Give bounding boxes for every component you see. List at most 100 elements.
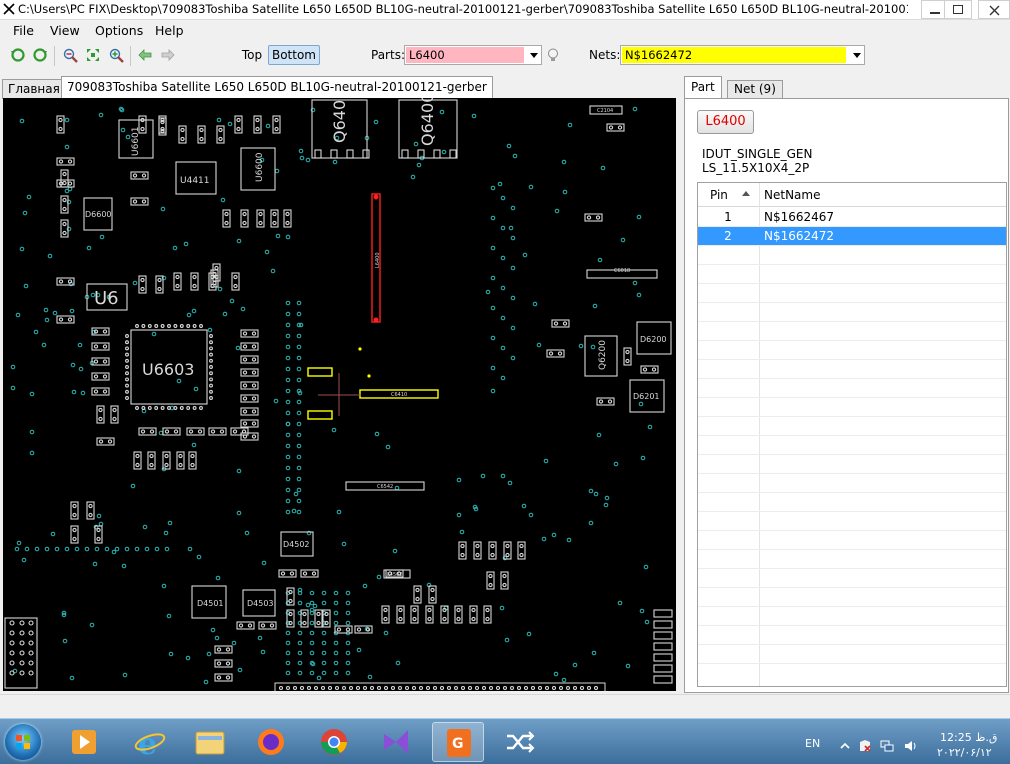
table-row[interactable]: 2 N$1662472 [698,227,1006,246]
close-icon [989,5,1000,16]
parts-label: Parts: [371,48,405,62]
back-arrow-icon[interactable] [137,47,153,63]
empty-table-row [698,512,1006,531]
menu-view[interactable]: View [50,23,80,38]
menu-bar: File View Options Help [0,21,1010,41]
taskbar-firefox[interactable] [245,722,297,762]
nets-label: Nets: [589,48,621,62]
nets-input[interactable] [622,47,846,63]
part-type: IDUT_SINGLE_GEN [702,147,813,161]
pin-table-header: Pin NetName [698,183,1006,207]
parts-combobox[interactable] [404,45,542,65]
net-point [358,347,362,351]
empty-table-row [698,360,1006,379]
svg-text:G: G [452,736,464,752]
chevron-down-icon[interactable] [853,53,861,58]
rotate-left-icon[interactable] [10,47,26,63]
parts-input[interactable] [406,47,524,63]
empty-table-row [698,607,1006,626]
taskbar-media-player[interactable] [58,722,110,762]
side-tabs: Part Net (9) [684,76,1006,99]
empty-table-row [698,341,1006,360]
rotate-right-icon[interactable] [32,47,48,63]
svg-text:e: e [138,727,157,762]
menu-help[interactable]: Help [155,23,184,38]
empty-table-row [698,398,1006,417]
highlighted-net-parts[interactable] [307,367,439,420]
visual-studio-icon [384,730,408,754]
component-labels: Q640 Q6400U6601U4411 U6600D6600U6U6603L640… [85,98,667,608]
empty-table-row [698,493,1006,512]
chevron-down-icon[interactable] [530,53,538,58]
title-bar: C:\Users\PC FIX\Desktop\709083Toshiba Sa… [0,0,1010,20]
empty-table-row [698,417,1006,436]
empty-table-row [698,550,1006,569]
menu-file[interactable]: File [13,23,34,38]
volume-icon[interactable] [904,739,918,753]
empty-table-row [698,474,1006,493]
media-player-icon [72,730,96,754]
board-view[interactable]: Q640 Q6400 U6601 U4411 U6600 D6600 U6 U6603 L640… [3,98,676,691]
taskbar-internet-explorer[interactable]: e [124,722,176,762]
action-center-icon[interactable] [858,739,872,753]
windows-logo-icon [16,735,30,749]
empty-table-row [698,645,1006,664]
network-icon[interactable] [880,739,894,753]
taskbar-visual-studio[interactable] [370,722,422,762]
pin-number: 1 [724,210,732,224]
tab-net[interactable]: Net (9) [727,80,783,99]
minimize-icon [930,12,940,14]
close-button[interactable] [978,0,1010,19]
fit-to-window-icon[interactable] [85,47,101,63]
empty-table-row [698,588,1006,607]
taskbar-shuffle-app[interactable] [493,722,545,762]
svg-text:Q6200: Q6200 [598,340,608,370]
sort-ascending-icon [742,191,750,196]
top-side-button[interactable]: Top [236,45,268,65]
language-indicator[interactable]: EN [805,737,820,750]
clock-time[interactable]: 12:25 ق.ظ [940,731,997,744]
pcb-canvas[interactable]: Q640 Q6400U6601U4411 U6600D6600U6U6603L640… [3,98,676,691]
taskbar-chrome[interactable] [308,722,360,762]
svg-text:C2104: C2104 [597,108,613,114]
svg-text:D4502: D4502 [283,540,310,549]
zoom-out-icon[interactable] [62,47,78,63]
empty-table-row [698,322,1006,341]
bottom-side-button[interactable]: Bottom [268,45,320,65]
show-hidden-icons-icon[interactable] [838,739,852,753]
empty-table-row [698,265,1006,284]
folder-icon [195,731,225,755]
svg-text:U6601: U6601 [131,127,141,157]
toolbar-separator [54,46,55,66]
part-package: LS_11.5X10X4_2P [702,161,810,175]
tab-board-file[interactable]: 709083Toshiba Satellite L650 L650D BL10G… [61,76,493,99]
tab-home[interactable]: Главная [2,79,66,99]
zoom-in-icon[interactable] [108,47,124,63]
empty-table-row [698,379,1006,398]
pdf-app-icon: G [447,729,471,757]
nets-combobox[interactable] [620,45,865,65]
taskbar-pdf-app[interactable]: G [432,722,484,762]
column-header-pin[interactable]: Pin [710,188,728,202]
menu-options[interactable]: Options [95,23,143,38]
part-name-button[interactable]: L6400 [697,110,754,134]
svg-text:U4411: U4411 [180,176,210,186]
taskbar-explorer[interactable] [184,722,236,762]
forward-arrow-icon[interactable] [160,47,176,63]
svg-text:U6603: U6603 [142,360,194,379]
net-name: N$1662472 [764,229,835,243]
pin-table[interactable]: Pin NetName 1 N$1662467 2 N$1662472 [697,182,1007,687]
start-button[interactable] [5,724,41,760]
lightbulb-icon[interactable] [545,47,561,63]
maximize-button[interactable] [944,0,972,19]
restore-icon [953,5,963,14]
window-title: C:\Users\PC FIX\Desktop\709083Toshiba Sa… [18,2,908,16]
tab-part[interactable]: Part [684,76,722,99]
svg-text:U6: U6 [94,288,119,309]
svg-text:Q640: Q640 [330,100,349,143]
column-header-netname[interactable]: NetName [764,188,820,202]
clock-date[interactable]: ۲۰۲۲/۰۶/۱۲ [937,746,992,759]
pin-number: 2 [724,229,732,243]
table-row[interactable]: 1 N$1662467 [698,208,1006,227]
toolbar-separator [130,46,131,66]
